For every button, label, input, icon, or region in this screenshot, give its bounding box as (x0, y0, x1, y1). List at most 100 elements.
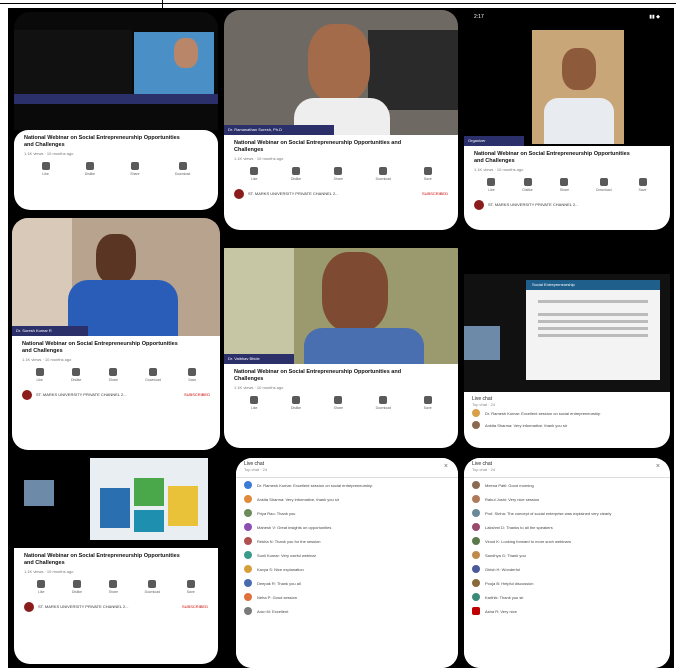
youtube-icon (472, 607, 480, 615)
live-chat: Live chat Top chat · 24 × Dr. Ramesh Kum… (236, 458, 458, 668)
video-feed[interactable] (14, 454, 218, 548)
close-icon[interactable]: × (656, 463, 660, 470)
download-button[interactable]: Download (376, 395, 391, 410)
webinar-panel-2: Dr. Ramanathan Suresh, Ph.D National Web… (224, 10, 458, 230)
status-bar: 2:17 ▮▮ ◆ (474, 14, 660, 20)
thumbs-up-icon (250, 395, 259, 404)
avatar (472, 409, 480, 417)
video-title: National Webinar on Social Entrepreneurs… (474, 151, 630, 164)
chat-message: Ankita Sharma: Very informative, thank y… (236, 492, 458, 506)
action-row: Like Dislike Share Download Save (234, 166, 448, 181)
chat-header: Live chat Top chat · 24 × (464, 458, 670, 478)
video-feed[interactable]: Social Entrepreneurship (464, 274, 670, 392)
download-icon (379, 166, 388, 175)
thumbs-down-icon (291, 395, 300, 404)
avatar (244, 607, 252, 615)
dislike-button[interactable]: Dislike (71, 367, 81, 382)
thumbs-down-icon (291, 166, 300, 175)
share-button[interactable]: Share (109, 579, 118, 594)
chat-message: Kavya S: Nice explanation (236, 562, 458, 576)
subscribe-button[interactable]: SUBSCRIBED (182, 604, 208, 609)
webinar-panel-7: National Webinar on Social Entrepreneurs… (14, 454, 218, 664)
webinar-panel-3: 2:17 ▮▮ ◆ Organizer National Webinar on S… (464, 12, 670, 230)
dislike-button[interactable]: Dislike (291, 166, 301, 181)
video-feed[interactable]: Dr. Ramanathan Suresh, Ph.D (224, 10, 458, 135)
dislike-button[interactable]: Dislike (291, 395, 301, 410)
chat-message: Arun M: Excellent (236, 604, 458, 618)
channel-name: ST. MARKS UNIVERSITY PRIVATE CHANNEL 2..… (36, 392, 127, 398)
chat-message: Lakshmi D: Thanks to all the speakers (464, 520, 670, 534)
share-icon (130, 161, 139, 170)
thumbs-down-icon (523, 177, 532, 186)
save-icon (638, 177, 647, 186)
chat-message: Asha R: Very nice (464, 604, 670, 618)
video-title: National Webinar on Social Entrepreneurs… (24, 553, 180, 566)
video-meta: 1.1K views · 10 months ago (24, 568, 74, 574)
video-feed[interactable] (14, 12, 218, 130)
download-button[interactable]: Download (175, 161, 190, 176)
like-button[interactable]: Like (41, 161, 50, 176)
download-button[interactable]: Download (145, 367, 161, 382)
share-button[interactable]: Share (130, 161, 140, 176)
channel-logo-icon (24, 601, 34, 612)
channel-row[interactable]: ST. MARKS UNIVERSITY PRIVATE CHANNEL 2..… (24, 601, 208, 612)
video-feed[interactable]: Dr. Vaibhav Bhide (224, 248, 458, 364)
dislike-button[interactable]: Dislike (72, 579, 82, 594)
download-icon (379, 395, 388, 404)
save-button[interactable]: Save (638, 177, 647, 192)
share-icon (334, 395, 343, 404)
share-button[interactable]: Share (334, 395, 343, 410)
speaker-name: Dr. Suresh Kumar R (12, 326, 88, 336)
video-meta: 1.1K views · 10 months ago (234, 384, 284, 390)
like-button[interactable]: Like (487, 177, 496, 192)
like-button[interactable]: Like (250, 166, 259, 181)
save-button[interactable]: Save (423, 395, 432, 410)
channel-row[interactable]: ST. MARKS UNIVERSITY PRIVATE CHANNEL 2..… (234, 188, 448, 199)
download-button[interactable]: Download (596, 177, 612, 192)
save-button[interactable]: Save (186, 579, 195, 594)
video-info: National Webinar on Social Entrepreneurs… (12, 336, 220, 450)
channel-logo-icon (234, 188, 244, 199)
video-info: National Webinar on Social Entrepreneurs… (464, 146, 670, 230)
video-info: National Webinar on Social Entrepreneurs… (14, 548, 218, 664)
chat-message: Prof. Sinha: The concept of social enter… (464, 506, 670, 520)
video-feed[interactable]: Organizer (464, 28, 670, 146)
subscribe-button[interactable]: SUBSCRIBED (184, 392, 210, 397)
speaker-name: Dr. Vaibhav Bhide (224, 354, 294, 364)
top-border (0, 0, 676, 10)
avatar (244, 565, 252, 573)
share-button[interactable]: Share (109, 367, 118, 382)
avatar (244, 523, 252, 531)
dislike-button[interactable]: Dislike (85, 161, 95, 176)
chat-message: Karthik: Thank you sir (464, 590, 670, 604)
channel-row[interactable]: ST. MARKS UNIVERSITY PRIVATE CHANNEL 2..… (474, 199, 660, 210)
avatar (472, 481, 480, 489)
subscribe-button[interactable]: SUBSCRIBED (422, 191, 448, 196)
save-button[interactable]: Save (188, 367, 197, 382)
like-button[interactable]: Like (250, 395, 259, 410)
avatar (472, 565, 480, 573)
video-info: National Webinar on Social Entrepreneurs… (14, 130, 218, 210)
save-icon (423, 395, 432, 404)
avatar (472, 593, 480, 601)
channel-row[interactable]: ST. MARKS UNIVERSITY PRIVATE CHANNEL 2..… (22, 389, 210, 400)
video-meta: 1.1K views · 10 months ago (474, 166, 524, 172)
save-button[interactable]: Save (423, 166, 432, 181)
download-button[interactable]: Download (145, 579, 160, 594)
close-icon[interactable]: × (444, 463, 448, 470)
video-title: National Webinar on Social Entrepreneurs… (24, 135, 180, 148)
avatar (244, 551, 252, 559)
like-button[interactable]: Like (35, 367, 44, 382)
chat-message: Neha P: Good session (236, 590, 458, 604)
video-feed[interactable]: Dr. Suresh Kumar R (12, 218, 220, 336)
webinar-panel-1: National Webinar on Social Entrepreneurs… (14, 12, 218, 210)
chat-message: Mahesh V: Great insights on opportunitie… (236, 520, 458, 534)
share-button[interactable]: Share (560, 177, 569, 192)
like-button[interactable]: Like (37, 579, 46, 594)
live-chat-panel-2: Live chat Top chat · 24 × Meena Patil: G… (464, 458, 670, 668)
avatar (244, 481, 252, 489)
dislike-button[interactable]: Dislike (522, 177, 533, 192)
share-button[interactable]: Share (334, 166, 343, 181)
video-title: National Webinar on Social Entrepreneurs… (234, 140, 402, 153)
download-button[interactable]: Download (376, 166, 391, 181)
